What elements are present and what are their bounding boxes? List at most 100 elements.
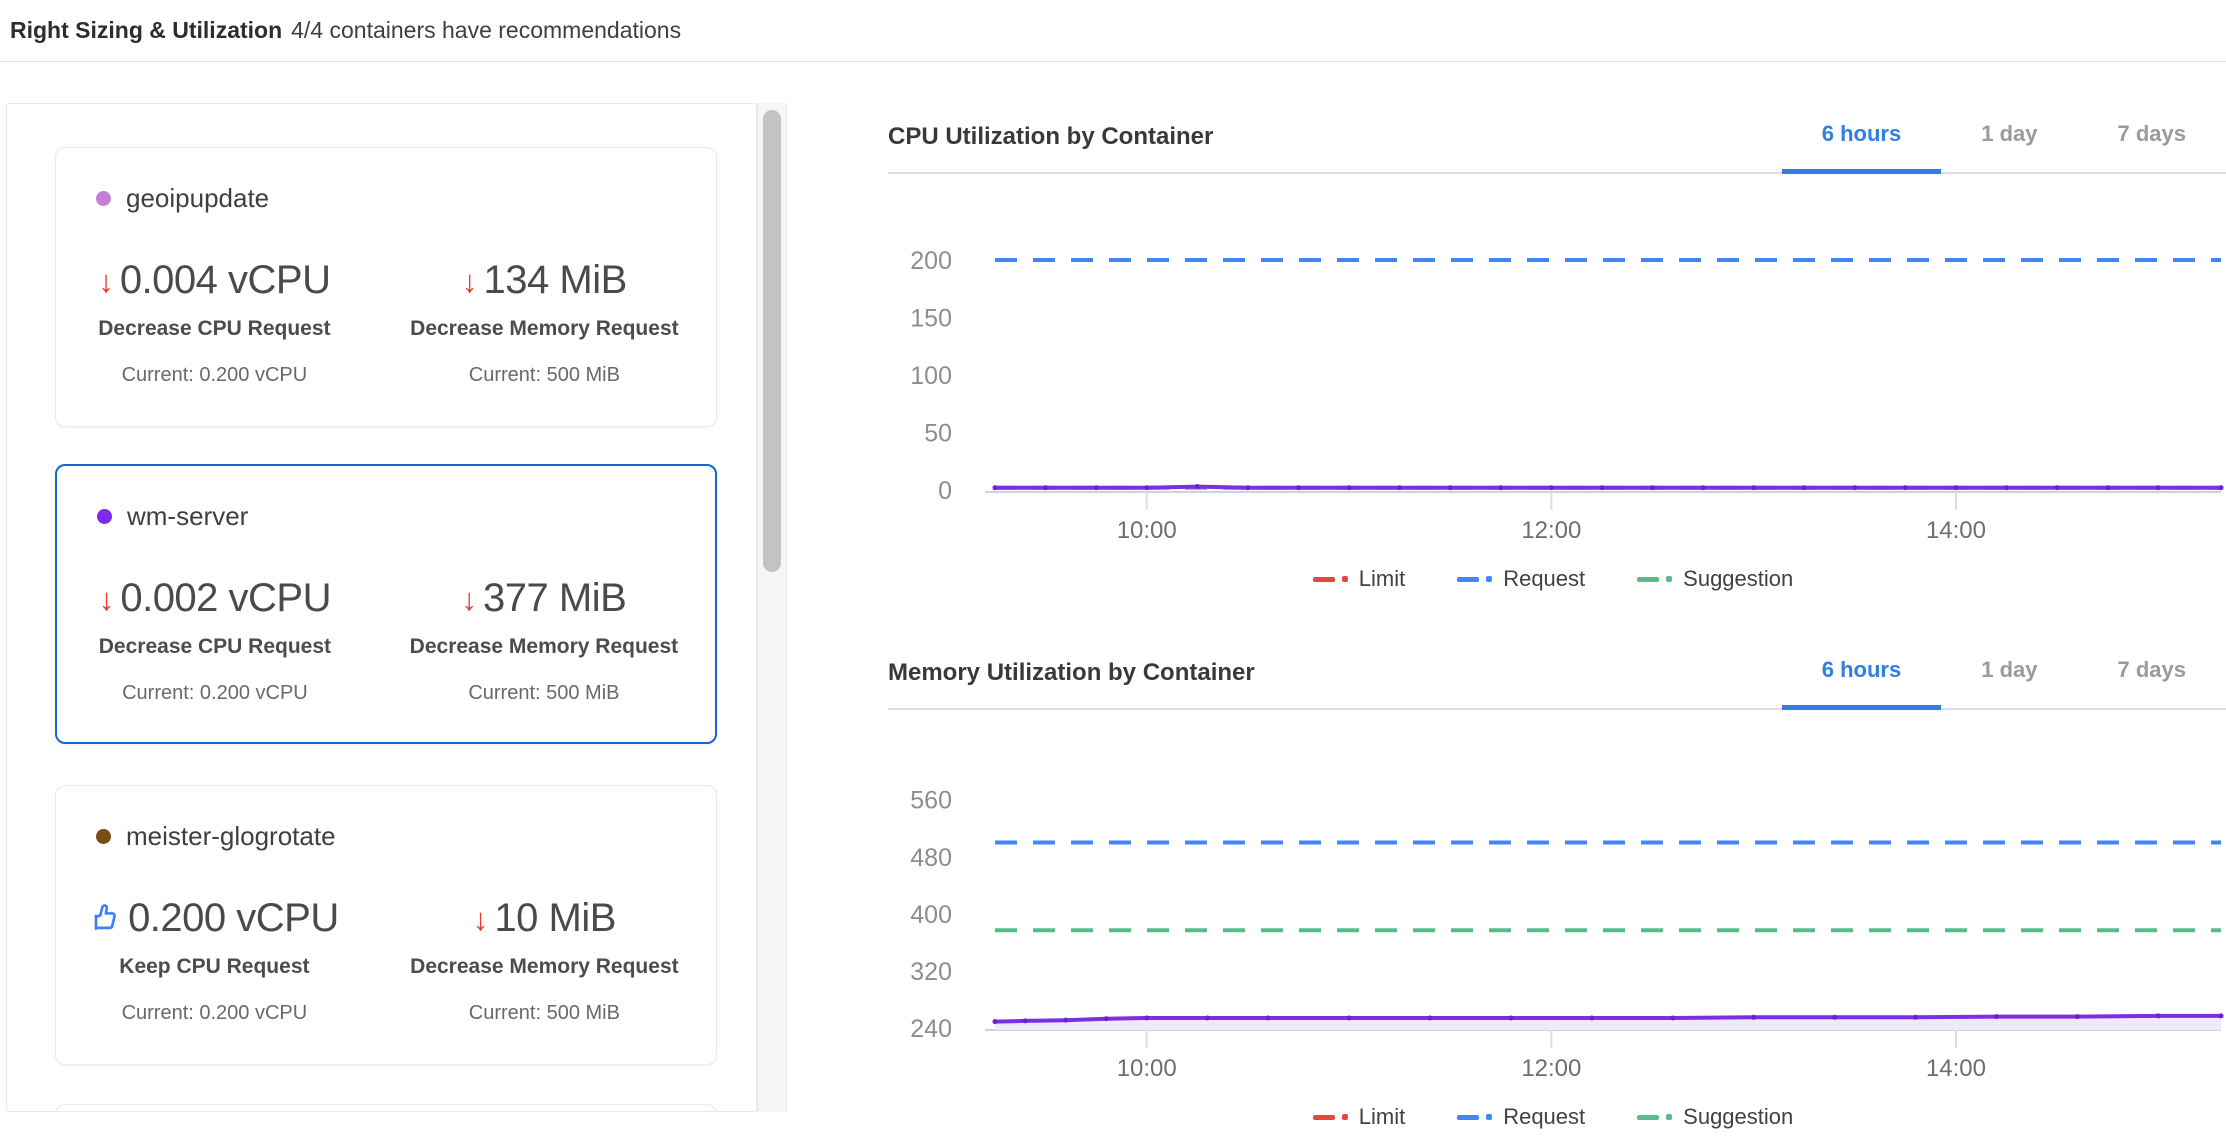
svg-text:480: 480 xyxy=(910,844,952,872)
legend-dash-swatch xyxy=(1637,577,1659,582)
svg-text:10:00: 10:00 xyxy=(1117,1055,1177,1082)
container-name: geoipupdate xyxy=(126,183,269,214)
svg-text:12:00: 12:00 xyxy=(1521,517,1581,544)
container-name: meister-glogrotate xyxy=(126,821,336,852)
container-color-dot xyxy=(97,509,112,524)
container-card-header: geoipupdate xyxy=(56,182,716,214)
legend-dash-swatch xyxy=(1637,1115,1659,1120)
cpu-recommended-value: 0.002 vCPU xyxy=(120,576,331,621)
container-card-partial[interactable] xyxy=(55,1104,717,1112)
memory-current-value: Current: 500 MiB xyxy=(469,1002,620,1025)
legend-dot-swatch xyxy=(1486,1114,1492,1120)
cpu-current-value: Current: 0.200 vCPU xyxy=(122,682,308,705)
memory-chart-legend: Limit Request Suggestion xyxy=(880,1104,2226,1130)
cpu-recommendation-action: Decrease CPU Request xyxy=(99,635,331,659)
tab-7-days[interactable]: 7 days xyxy=(2078,121,2226,174)
cpu-chart-time-tabs: 6 hours1 day7 days xyxy=(1782,121,2226,172)
cpu-recommendation: ↓ 0.002 vCPU Decrease CPU Request Curren… xyxy=(57,574,373,705)
decrease-arrow-icon: ↓ xyxy=(473,904,489,935)
cpu-recommendation-action: Decrease CPU Request xyxy=(98,317,330,341)
cpu-current-value: Current: 0.200 vCPU xyxy=(122,1002,308,1025)
legend-item-request: Request xyxy=(1457,1104,1585,1130)
container-card-header: wm-server xyxy=(57,500,715,532)
legend-label: Request xyxy=(1503,1104,1585,1130)
page-header: Right Sizing & Utilization 4/4 container… xyxy=(0,0,2226,62)
legend-dot-swatch xyxy=(1666,576,1672,582)
legend-dash-swatch xyxy=(1313,577,1335,582)
decrease-arrow-icon: ↓ xyxy=(462,584,478,615)
cpu-recommendation: ↓ 0.004 vCPU Decrease CPU Request Curren… xyxy=(56,256,373,387)
container-color-dot xyxy=(96,829,111,844)
svg-text:560: 560 xyxy=(910,787,952,815)
svg-text:200: 200 xyxy=(910,247,952,275)
legend-label: Suggestion xyxy=(1683,566,1793,592)
legend-dash-swatch xyxy=(1457,1115,1479,1120)
sidebar-scrollbar-thumb[interactable] xyxy=(763,110,781,572)
cpu-recommended-value-row: ↓ 0.002 vCPU xyxy=(99,574,331,622)
container-card-header: meister-glogrotate xyxy=(56,820,716,852)
memory-current-value: Current: 500 MiB xyxy=(469,364,620,387)
cpu-recommendation-action: Keep CPU Request xyxy=(119,955,309,979)
right-sizing-page: Right Sizing & Utilization 4/4 container… xyxy=(0,0,2226,1144)
thumbs-up-icon xyxy=(90,902,122,934)
svg-text:14:00: 14:00 xyxy=(1926,517,1986,544)
cpu-chart-legend: LimitRequestSuggestion xyxy=(880,566,2226,592)
legend-dot-swatch xyxy=(1486,576,1492,582)
memory-recommended-value: 10 MiB xyxy=(494,896,616,941)
container-card-body: ↓ 0.002 vCPU Decrease CPU Request Curren… xyxy=(57,574,715,705)
legend-item-limit: Limit xyxy=(1313,1104,1405,1130)
cpu-recommended-value-row: ↓ 0.004 vCPU xyxy=(98,256,330,304)
container-recommendations-panel: geoipupdate ↓ 0.004 vCPU Decrease CPU Re… xyxy=(6,103,757,1112)
memory-recommendation-action: Decrease Memory Request xyxy=(410,317,678,341)
container-card-wm-server[interactable]: wm-server ↓ 0.002 vCPU Decrease CPU Requ… xyxy=(55,464,717,744)
memory-recommended-value: 377 MiB xyxy=(483,576,626,621)
tab-6-hours[interactable]: 6 hours xyxy=(1782,121,1941,174)
legend-item-suggestion: Suggestion xyxy=(1637,1104,1793,1130)
legend-item-suggestion: Suggestion xyxy=(1637,566,1793,592)
container-name: wm-server xyxy=(127,501,248,532)
svg-text:400: 400 xyxy=(910,901,952,929)
cpu-recommended-value: 0.200 vCPU xyxy=(128,896,339,941)
memory-recommendation-action: Decrease Memory Request xyxy=(410,955,678,979)
memory-current-value: Current: 500 MiB xyxy=(468,682,619,705)
container-card-list: geoipupdate ↓ 0.004 vCPU Decrease CPU Re… xyxy=(7,104,756,1112)
svg-text:320: 320 xyxy=(910,958,952,986)
container-card-geoipupdate[interactable]: geoipupdate ↓ 0.004 vCPU Decrease CPU Re… xyxy=(55,147,717,427)
page-subtitle: 4/4 containers have recommendations xyxy=(291,17,681,44)
memory-chart-title: Memory Utilization by Container xyxy=(888,659,1255,708)
svg-text:14:00: 14:00 xyxy=(1926,1055,1986,1082)
memory-recommended-value-row: ↓ 377 MiB xyxy=(462,574,627,622)
page-title: Right Sizing & Utilization xyxy=(10,17,282,44)
legend-dot-swatch xyxy=(1666,1114,1672,1120)
legend-label: Suggestion xyxy=(1683,1104,1793,1130)
decrease-arrow-icon: ↓ xyxy=(99,584,115,615)
memory-recommended-value-row: ↓ 134 MiB xyxy=(462,256,627,304)
legend-label: Limit xyxy=(1359,1104,1405,1130)
svg-text:240: 240 xyxy=(910,1015,952,1043)
cpu-recommended-value: 0.004 vCPU xyxy=(120,258,331,303)
decrease-arrow-icon: ↓ xyxy=(98,266,114,297)
legend-dash-swatch xyxy=(1457,577,1479,582)
cpu-current-value: Current: 0.200 vCPU xyxy=(122,364,308,387)
legend-dot-swatch xyxy=(1342,1114,1348,1120)
legend-dash-swatch xyxy=(1313,1115,1335,1120)
cpu-chart-header: CPU Utilization by Container 6 hours1 da… xyxy=(888,98,2226,174)
container-card-meister-glogrotate[interactable]: meister-glogrotate 0.200 vCPU Keep CPU R… xyxy=(55,785,717,1065)
tab-7-days[interactable]: 7 days xyxy=(2078,657,2226,710)
memory-utilization-chart: 24032040048056010:0012:0014:00 xyxy=(880,740,2226,1144)
memory-chart-time-tabs: 6 hours1 day7 days xyxy=(1782,657,2226,708)
svg-text:0: 0 xyxy=(938,477,952,505)
svg-text:50: 50 xyxy=(924,420,952,448)
container-card-body: 0.200 vCPU Keep CPU Request Current: 0.2… xyxy=(56,894,716,1025)
cpu-recommendation: 0.200 vCPU Keep CPU Request Current: 0.2… xyxy=(56,894,373,1025)
memory-recommendation: ↓ 10 MiB Decrease Memory Request Current… xyxy=(373,894,716,1025)
tab-1-day[interactable]: 1 day xyxy=(1941,657,2077,710)
memory-recommended-value-row: ↓ 10 MiB xyxy=(473,894,616,942)
tab-6-hours[interactable]: 6 hours xyxy=(1782,657,1941,710)
cpu-utilization-chart: 05010015020010:0012:0014:00 xyxy=(880,225,2226,555)
legend-dot-swatch xyxy=(1342,576,1348,582)
memory-recommended-value: 134 MiB xyxy=(484,258,627,303)
svg-text:150: 150 xyxy=(910,305,952,333)
container-color-dot xyxy=(96,191,111,206)
tab-1-day[interactable]: 1 day xyxy=(1941,121,2077,174)
